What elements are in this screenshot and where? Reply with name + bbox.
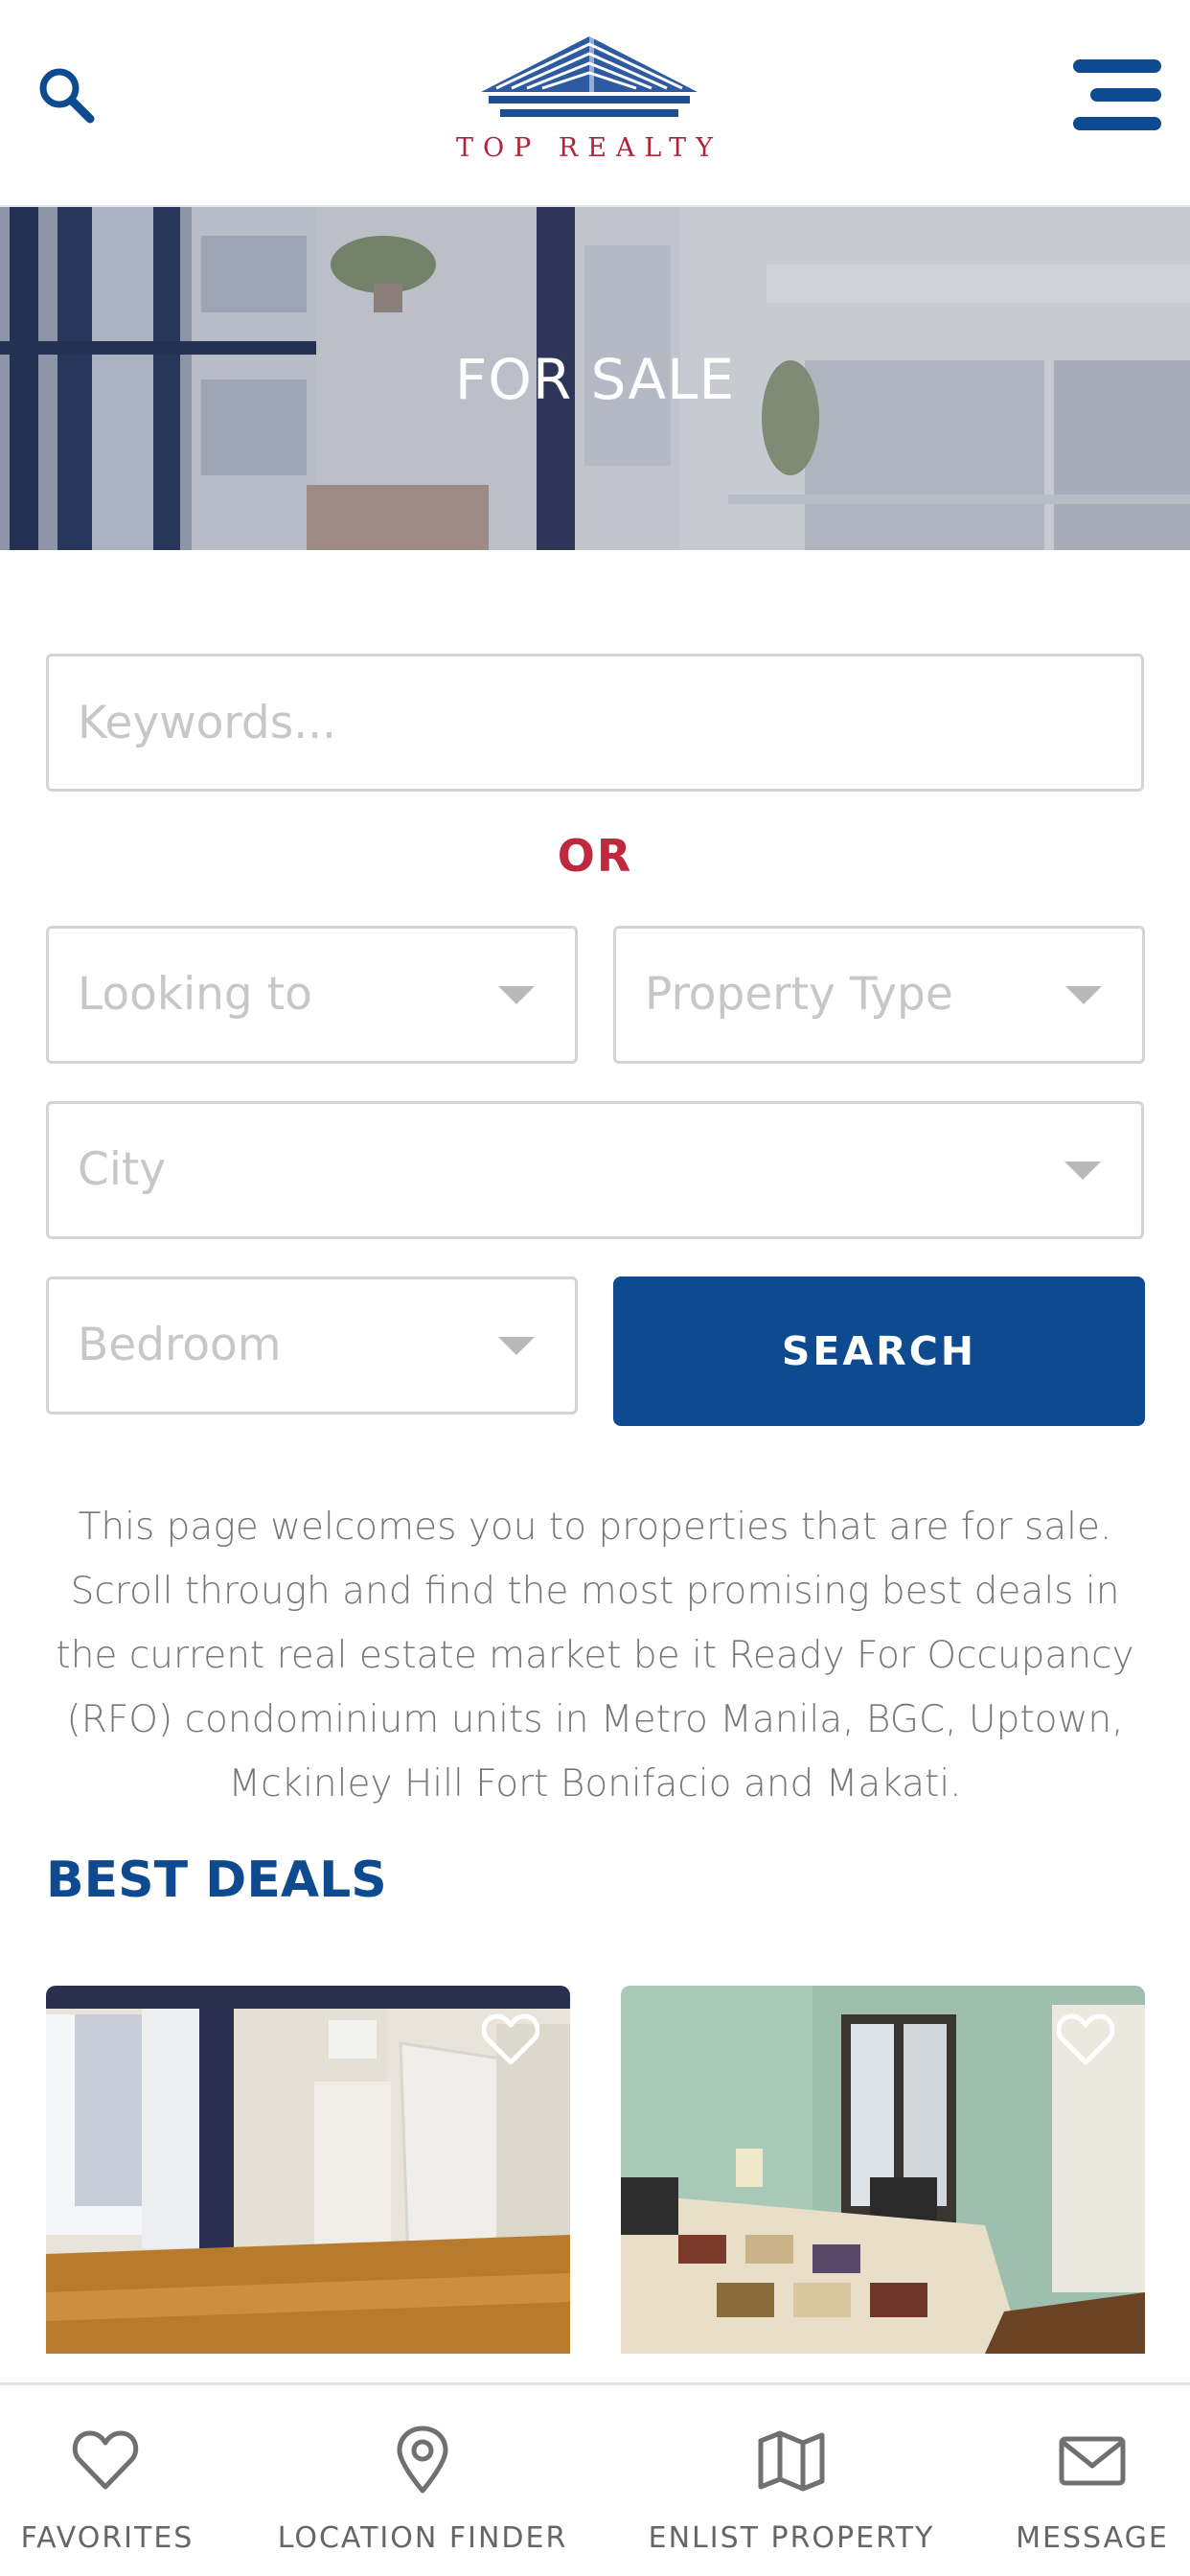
hero-banner: FOR SALE (0, 207, 1190, 550)
bedroom-select[interactable]: Bedroom (46, 1276, 578, 1414)
nav-message-label: MESSAGE (1016, 2521, 1169, 2555)
nav-message[interactable]: MESSAGE (1010, 2385, 1175, 2576)
top-realty-logo[interactable]: TOP REALTY (450, 33, 728, 167)
best-deals-heading: BEST DEALS (46, 1852, 387, 1909)
city-label: City (78, 1143, 167, 1196)
envelope-icon (1059, 2436, 1126, 2486)
nav-favorites-label: FAVORITES (20, 2521, 195, 2555)
search-button-submit[interactable]: SEARCH (613, 1276, 1145, 1426)
nav-favorites[interactable]: FAVORITES (0, 2385, 215, 2576)
favorite-button[interactable] (481, 2012, 540, 2066)
app-header: TOP REALTY (0, 0, 1190, 207)
page-title: FOR SALE (454, 347, 736, 412)
chevron-down-icon (498, 1337, 535, 1355)
chevron-down-icon (498, 986, 535, 1004)
map-icon (758, 2430, 825, 2492)
nav-enlist-property[interactable]: ENLIST PROPERTY (648, 2385, 935, 2576)
city-select[interactable]: City (46, 1101, 1144, 1239)
hamburger-menu-icon (1073, 59, 1161, 73)
nav-location-finder[interactable]: LOCATION FINDER (272, 2385, 573, 2576)
chevron-down-icon (1064, 1162, 1101, 1180)
search-button[interactable] (34, 63, 98, 126)
menu-button[interactable] (1069, 54, 1165, 134)
menu-bar-middle (1090, 88, 1161, 102)
map-pin-icon (397, 2426, 448, 2494)
logo-text: TOP REALTY (456, 133, 722, 163)
keywords-field (46, 654, 1144, 792)
keywords-input[interactable] (49, 656, 1141, 789)
intro-paragraph: This page welcomes you to properties tha… (56, 1506, 1134, 1806)
property-card[interactable] (621, 1986, 1145, 2354)
chevron-down-icon (1065, 986, 1102, 1004)
heart-icon (481, 2013, 540, 2065)
bedroom-label: Bedroom (78, 1319, 282, 1371)
looking-to-select[interactable]: Looking to (46, 926, 578, 1064)
favorite-button[interactable] (1056, 2012, 1115, 2066)
property-type-label: Property Type (645, 968, 953, 1021)
nav-enlist-property-label: ENLIST PROPERTY (648, 2521, 935, 2555)
heart-icon (1056, 2013, 1115, 2065)
property-type-select[interactable]: Property Type (613, 926, 1145, 1064)
looking-to-label: Looking to (78, 968, 312, 1021)
or-separator: OR (557, 830, 633, 882)
bottom-navigation: FAVORITES LOCATION FINDER ENLIST PROPERT… (0, 2382, 1190, 2576)
search-icon (39, 68, 95, 124)
logo-roof-icon (481, 36, 698, 117)
nav-location-finder-label: LOCATION FINDER (277, 2521, 568, 2555)
heart-icon (72, 2430, 139, 2490)
menu-bar-bottom (1073, 117, 1161, 130)
property-card[interactable] (46, 1986, 570, 2354)
